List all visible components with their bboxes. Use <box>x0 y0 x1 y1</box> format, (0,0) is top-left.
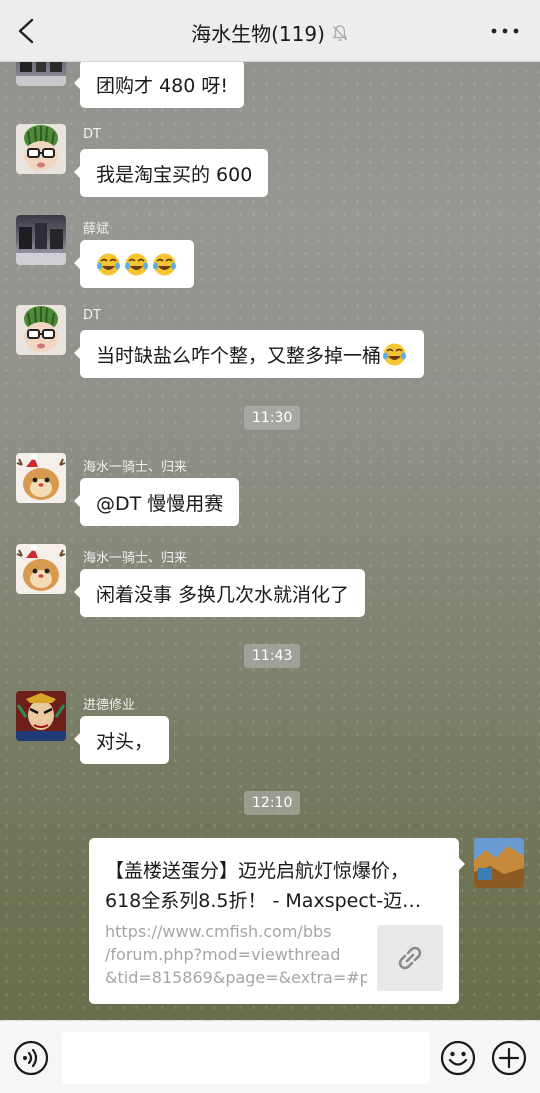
message-text: 当时缺盐么咋个整，又整多掉一桶 <box>96 344 382 367</box>
laughing-tears-emoji-icon <box>153 253 176 275</box>
message-bubble[interactable] <box>74 240 194 288</box>
laughing-tears-emoji-icon <box>97 253 120 275</box>
chat-message-list[interactable]: 团购才 480 呀! DT 我是淘宝买的 600 薛斌 DT 当时缺盐么咋个整，… <box>0 62 540 1020</box>
photo-avatar-art <box>16 223 66 265</box>
link-card-title-line: 【盖楼送蛋分】迈光启航灯惊爆价， <box>105 860 410 882</box>
message-text: 对头， <box>96 730 154 753</box>
sender-name: DT <box>83 308 101 323</box>
message-bubble[interactable]: 对头， <box>73 716 170 764</box>
link-card-url: https://www.cmfish.com/bbs /forum.php?mo… <box>105 920 367 989</box>
link-card[interactable]: 【盖楼送蛋分】迈光启航灯惊爆价， 618全系列8.5折！ - Maxspect-… <box>89 838 465 1004</box>
emoji-icon[interactable] <box>440 1040 476 1076</box>
message-text: 闲着没事 多换几次水就消化了 <box>96 583 350 606</box>
chat-title-area: 海水生物(119) <box>0 18 540 47</box>
avatar[interactable] <box>16 124 66 174</box>
avatar[interactable] <box>16 62 66 86</box>
avatar[interactable] <box>16 691 66 741</box>
timestamp: 12:10 <box>244 791 301 815</box>
timestamp: 11:43 <box>244 644 301 668</box>
page-title: 海水生物(119) <box>191 22 325 46</box>
landscape-avatar <box>474 838 524 888</box>
message-input[interactable] <box>62 1032 430 1084</box>
laughing-tears-emoji-icon <box>125 253 148 275</box>
voice-icon[interactable] <box>13 1040 49 1076</box>
sender-name: 海水一骑士、归来 <box>83 460 188 475</box>
link-card-title: 【盖楼送蛋分】迈光启航灯惊爆价， 618全系列8.5折！ - Maxspect-… <box>105 856 445 916</box>
avatar[interactable] <box>16 305 66 355</box>
input-bar <box>0 1020 540 1093</box>
link-icon <box>398 946 422 970</box>
sender-name: 进德修业 <box>83 698 136 713</box>
message-text: 我是淘宝买的 600 <box>96 163 253 186</box>
message-bubble[interactable]: 闲着没事 多换几次水就消化了 <box>73 569 366 617</box>
sender-name: 薛斌 <box>83 222 110 237</box>
plus-icon[interactable] <box>491 1040 527 1076</box>
link-card-url-line: /forum.php?mod=viewthread <box>105 945 341 964</box>
my-avatar[interactable] <box>474 838 524 888</box>
message-bubble[interactable]: @DT 慢慢用赛 <box>73 478 240 526</box>
photo-avatar-art <box>16 62 66 86</box>
christmas-hamster-avatar <box>16 545 66 591</box>
message-text: @DT 慢慢用赛 <box>96 492 224 515</box>
link-thumbnail <box>377 925 443 991</box>
avatar[interactable] <box>16 544 66 594</box>
link-card-url-line: https://www.cmfish.com/bbs <box>105 922 332 941</box>
message-bubble[interactable]: 团购才 480 呀! <box>74 62 244 108</box>
sender-name: 海水一骑士、归来 <box>83 551 188 566</box>
more-dots-icon[interactable] <box>490 22 520 40</box>
laughing-tears-emoji-icon <box>383 343 407 365</box>
avatar[interactable] <box>16 215 66 265</box>
opera-mask-avatar <box>16 691 66 741</box>
sender-name: DT <box>83 127 101 142</box>
christmas-hamster-avatar <box>16 454 66 500</box>
message-bubble[interactable]: 当时缺盐么咋个整，又整多掉一桶 <box>73 330 425 378</box>
message-bubble[interactable]: 我是淘宝买的 600 <box>73 149 269 197</box>
link-card-url-line: &tid=815869&page=&extra=#p… <box>105 968 367 987</box>
muted-bell-icon <box>332 24 348 41</box>
timestamp: 11:30 <box>244 406 301 430</box>
avatar[interactable] <box>16 453 66 503</box>
link-card-title-line: 618全系列8.5折！ - Maxspect-迈… <box>105 890 422 912</box>
watermelon-boy-avatar <box>24 306 58 352</box>
watermelon-boy-avatar <box>24 125 58 171</box>
message-text: 团购才 480 呀! <box>96 74 228 97</box>
chat-header: 海水生物(119) <box>0 0 540 62</box>
